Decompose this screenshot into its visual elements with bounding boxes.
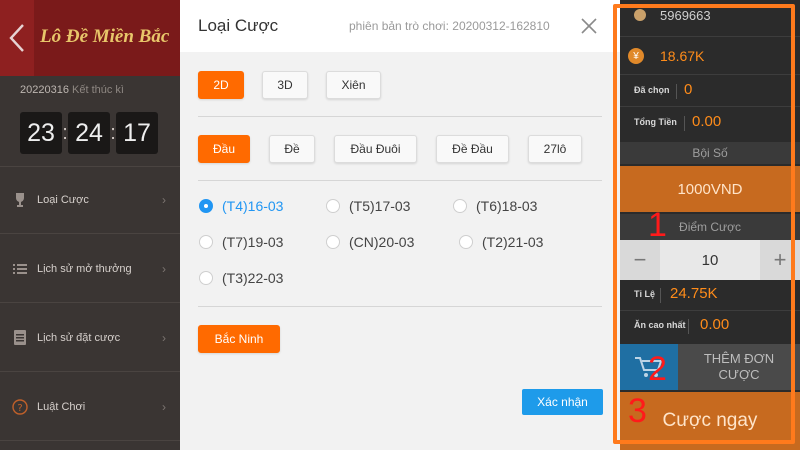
game-version: phiên bản trò chơi: 20200312-162810 — [349, 19, 550, 33]
chevron-right-icon: › — [162, 399, 166, 414]
trophy-icon — [12, 192, 28, 208]
help-icon: ? — [12, 398, 28, 415]
section-divider — [198, 306, 602, 307]
annotation-number-1: 1 — [648, 206, 667, 244]
sidebar-item-bet-history[interactable]: Lịch sử đặt cược › — [0, 304, 180, 372]
tab-3d[interactable]: 3D — [262, 71, 308, 99]
date-option[interactable]: (T6)18-03 — [453, 198, 537, 214]
back-button[interactable] — [0, 0, 34, 76]
chevron-right-icon: › — [162, 261, 166, 276]
svg-text:?: ? — [17, 403, 22, 414]
bet-tab-dau-duoi[interactable]: Đầu Đuôi — [334, 135, 417, 163]
clock-seconds: 17 — [116, 112, 158, 154]
radio-dot — [459, 235, 473, 249]
game-title: Lô Đề Miền Bắc — [40, 26, 170, 47]
date-option[interactable]: (T5)17-03 — [326, 198, 410, 214]
chevron-left-icon — [9, 24, 24, 52]
sidebar-item-label: Luật Chơi — [37, 400, 86, 413]
chevron-right-icon: › — [162, 330, 166, 345]
modal-title: Loại Cược — [198, 16, 279, 35]
date-option-label: (T7)19-03 — [222, 234, 284, 250]
bet-tab-de-dau[interactable]: Đề Đầu — [436, 135, 509, 163]
date-option-label: (CN)20-03 — [349, 234, 415, 250]
sidebar-header: Lô Đề Miền Bắc — [0, 0, 180, 76]
radio-dot — [453, 199, 467, 213]
list-icon — [12, 261, 28, 277]
tab-xien[interactable]: Xiên — [326, 71, 381, 99]
sidebar-item-bet-type[interactable]: Loại Cược › — [0, 166, 180, 234]
radio-dot — [199, 199, 213, 213]
date-option-label: (T3)22-03 — [222, 270, 284, 286]
clock-minutes: 24 — [68, 112, 110, 154]
date-option[interactable]: (CN)20-03 — [326, 234, 414, 250]
draw-date: 20220316 Kết thúc kì — [20, 84, 124, 96]
document-icon — [12, 330, 28, 346]
sidebar-item-rules[interactable]: ? Luật Chơi › — [0, 373, 180, 441]
countdown-clock: 23 : 24 : 17 — [20, 112, 158, 154]
date-option-label: (T5)17-03 — [349, 198, 411, 214]
region-button[interactable]: Bắc Ninh — [198, 325, 280, 353]
radio-dot — [326, 199, 340, 213]
date-option-label: (T2)21-03 — [482, 234, 544, 250]
close-icon[interactable] — [580, 17, 598, 35]
confirm-button[interactable]: Xác nhận — [522, 389, 603, 415]
date-option[interactable]: (T7)19-03 — [199, 234, 283, 250]
sidebar-item-label: Loại Cược — [37, 193, 89, 206]
sidebar-item-label: Lịch sử mở thưởng — [37, 262, 132, 275]
section-divider — [198, 180, 602, 181]
date-option[interactable]: (T4)16-03 — [199, 198, 283, 214]
tab-2d[interactable]: 2D — [198, 71, 244, 99]
date-option[interactable]: (T2)21-03 — [459, 234, 543, 250]
radio-dot — [326, 235, 340, 249]
annotation-box — [613, 4, 795, 444]
sidebar-item-draw-history[interactable]: Lịch sử mở thưởng › — [0, 235, 180, 303]
sidebar: Lô Đề Miền Bắc 20220316 Kết thúc kì 23 :… — [0, 0, 180, 450]
bet-tab-de[interactable]: Đề — [269, 135, 315, 163]
date-option-label: (T6)18-03 — [476, 198, 538, 214]
bet-tab-dau[interactable]: Đầu — [198, 135, 250, 163]
annotation-number-3: 3 — [628, 392, 647, 430]
sidebar-item-label: Lịch sử đặt cược — [37, 331, 121, 344]
chevron-right-icon: › — [162, 192, 166, 207]
bet-tab-27lo[interactable]: 27lô — [528, 135, 582, 163]
date-option[interactable]: (T3)22-03 — [199, 270, 283, 286]
draw-date-value: 20220316 — [20, 84, 69, 96]
modal-header: Loại Cược phiên bản trò chơi: 20200312-1… — [180, 0, 620, 52]
bet-type-modal: Loại Cược phiên bản trò chơi: 20200312-1… — [180, 0, 620, 450]
draw-date-suffix: Kết thúc kì — [72, 84, 124, 96]
clock-hours: 23 — [20, 112, 62, 154]
annotation-number-2: 2 — [648, 350, 667, 388]
radio-dot — [199, 271, 213, 285]
section-divider — [198, 116, 602, 117]
date-option-label: (T4)16-03 — [222, 198, 284, 214]
radio-dot — [199, 235, 213, 249]
